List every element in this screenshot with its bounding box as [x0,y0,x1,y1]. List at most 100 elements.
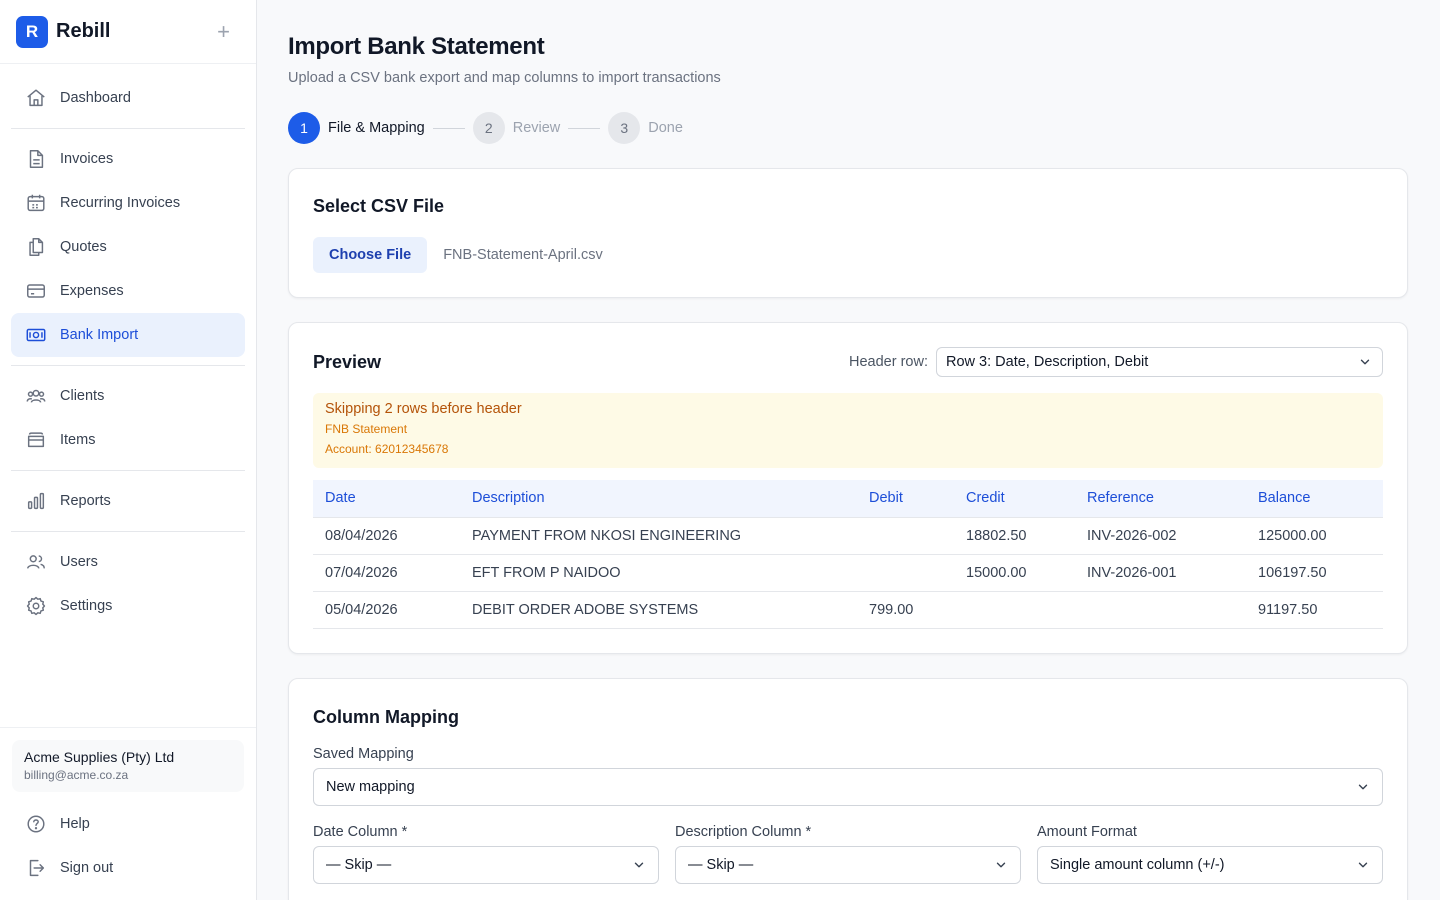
sidebar-item-recurring-invoices[interactable]: Recurring Invoices [11,181,245,225]
select-value: Row 3: Date, Description, Debit [946,354,1149,370]
sidebar-item-expenses[interactable]: Expenses [11,269,245,313]
credit-card-icon [27,284,45,298]
sidebar-item-clients[interactable]: Clients [11,374,245,418]
column-mapping-card: Column Mapping Saved Mapping New mapping… [288,678,1408,900]
select-value: — Skip — [326,857,392,873]
table-cell [954,591,1075,629]
nav-divider [11,531,245,532]
table-cell: INV-2026-001 [1075,554,1246,592]
chevron-down-icon [1358,784,1368,790]
step-connector [432,127,465,129]
brand-name[interactable]: Rebill [56,20,110,43]
account-email: billing@acme.co.za [24,768,129,782]
copy-icon [29,238,44,256]
table-cell: 125000.00 [1246,517,1383,555]
card-title: Preview [313,351,382,372]
sidebar-item-help[interactable]: Help [11,802,245,846]
saved-mapping-label: Saved Mapping [313,746,414,762]
step-connector [568,127,601,129]
users-icon [27,555,45,569]
sidebar-item-settings[interactable]: Settings [11,584,245,628]
table-header-row: Date Description Debit Credit Reference … [313,480,1383,518]
table-cell [857,517,954,555]
archive-icon [27,432,45,448]
amount-format-select[interactable]: Single amount column (+/-) [1037,846,1383,884]
sidebar-item-invoices[interactable]: Invoices [11,137,245,181]
nav-divider [11,128,245,129]
description-column-select[interactable]: — Skip — [675,846,1021,884]
sidebar-item-label: Dashboard [60,90,131,106]
description-column-label: Description Column * [675,824,812,840]
column-header: Debit [857,480,954,518]
skipped-row: Account: 62012345678 [325,442,449,456]
step-review[interactable]: 2 Review [472,112,560,144]
preview-header: Preview Header row: Row 3: Date, Descrip… [313,347,1383,377]
preview-table: Date Description Debit Credit Reference … [313,480,1383,629]
sign-out-icon [29,859,45,877]
table-row: 08/04/2026 PAYMENT FROM NKOSI ENGINEERIN… [313,517,1383,555]
sidebar-item-dashboard[interactable]: Dashboard [11,76,245,120]
select-value: — Skip — [688,857,754,873]
sidebar-item-label: Help [60,816,90,832]
sidebar-item-users[interactable]: Users [11,540,245,584]
card-title: Column Mapping [313,707,459,727]
chevron-down-icon [996,862,1006,868]
column-header: Credit [954,480,1075,518]
step-done[interactable]: 3 Done [608,112,683,144]
table-cell: 799.00 [857,591,954,629]
sidebar-item-label: Reports [60,493,111,509]
sidebar-item-label: Quotes [60,239,107,255]
sidebar-item-label: Invoices [60,151,114,167]
brand: R Rebill + [0,0,256,64]
table-cell: 15000.00 [954,554,1075,592]
table-cell [857,554,954,592]
amount-format-field: Amount Format Single amount column (+/-) [1037,824,1383,884]
step-number: 3 [608,112,641,144]
saved-mapping-select[interactable]: New mapping [313,768,1383,806]
header-row-select[interactable]: Row 3: Date, Description, Debit [936,347,1383,377]
column-header: Date [313,480,460,518]
clients-icon [26,389,46,403]
step-file-mapping[interactable]: 1 File & Mapping [288,112,425,144]
skipped-row: FNB Statement [325,422,408,436]
chevron-down-icon [1360,359,1370,365]
account-card[interactable]: Acme Supplies (Pty) Ltd billing@acme.co.… [12,740,244,792]
select-value: New mapping [326,779,415,795]
sidebar-footer-divider [0,727,256,728]
chevron-down-icon [1358,862,1368,868]
sidebar-item-reports[interactable]: Reports [11,479,245,523]
sidebar: R Rebill + Dashboard Invoices Recurring … [0,0,257,900]
column-header: Reference [1075,480,1246,518]
gear-icon [26,596,46,616]
description-column-field: Description Column * — Skip — [675,824,1021,884]
step-number: 1 [288,112,320,144]
table-row: 05/04/2026 DEBIT ORDER ADOBE SYSTEMS 799… [313,591,1383,629]
table-cell [1075,591,1246,629]
table-cell: 91197.50 [1246,591,1383,629]
select-value: Single amount column (+/-) [1050,857,1225,873]
mapping-fields: Date Column * — Skip — Description Colum… [313,824,1383,884]
sidebar-item-bank-import[interactable]: Bank Import [11,313,245,357]
calendar-icon [27,194,45,212]
sidebar-item-items[interactable]: Items [11,418,245,462]
choose-file-button[interactable]: Choose File [313,237,428,273]
select-file-card: Select CSV File Choose File FNB-Statemen… [288,168,1408,298]
stepper: 1 File & Mapping 2 Review 3 Done [288,112,683,144]
step-label: File & Mapping [328,120,425,136]
sidebar-item-quotes[interactable]: Quotes [11,225,245,269]
sidebar-item-label: Settings [60,598,113,614]
add-icon[interactable]: + [217,20,230,43]
brand-logo[interactable]: R [16,15,48,48]
page-title: Import Bank Statement [288,33,545,60]
sidebar-item-sign-out[interactable]: Sign out [11,846,245,890]
sidebar-item-label: Users [60,554,98,570]
nav-divider [11,470,245,471]
date-column-label: Date Column * [313,824,408,840]
table-cell: 106197.50 [1246,554,1383,592]
column-header: Description [460,480,857,518]
sidebar-item-label: Expenses [60,283,124,299]
sidebar-item-label: Items [60,432,96,448]
table-row: 07/04/2026 EFT FROM P NAIDOO 15000.00 IN… [313,554,1383,592]
table-cell: 18802.50 [954,517,1075,555]
date-column-select[interactable]: — Skip — [313,846,659,884]
